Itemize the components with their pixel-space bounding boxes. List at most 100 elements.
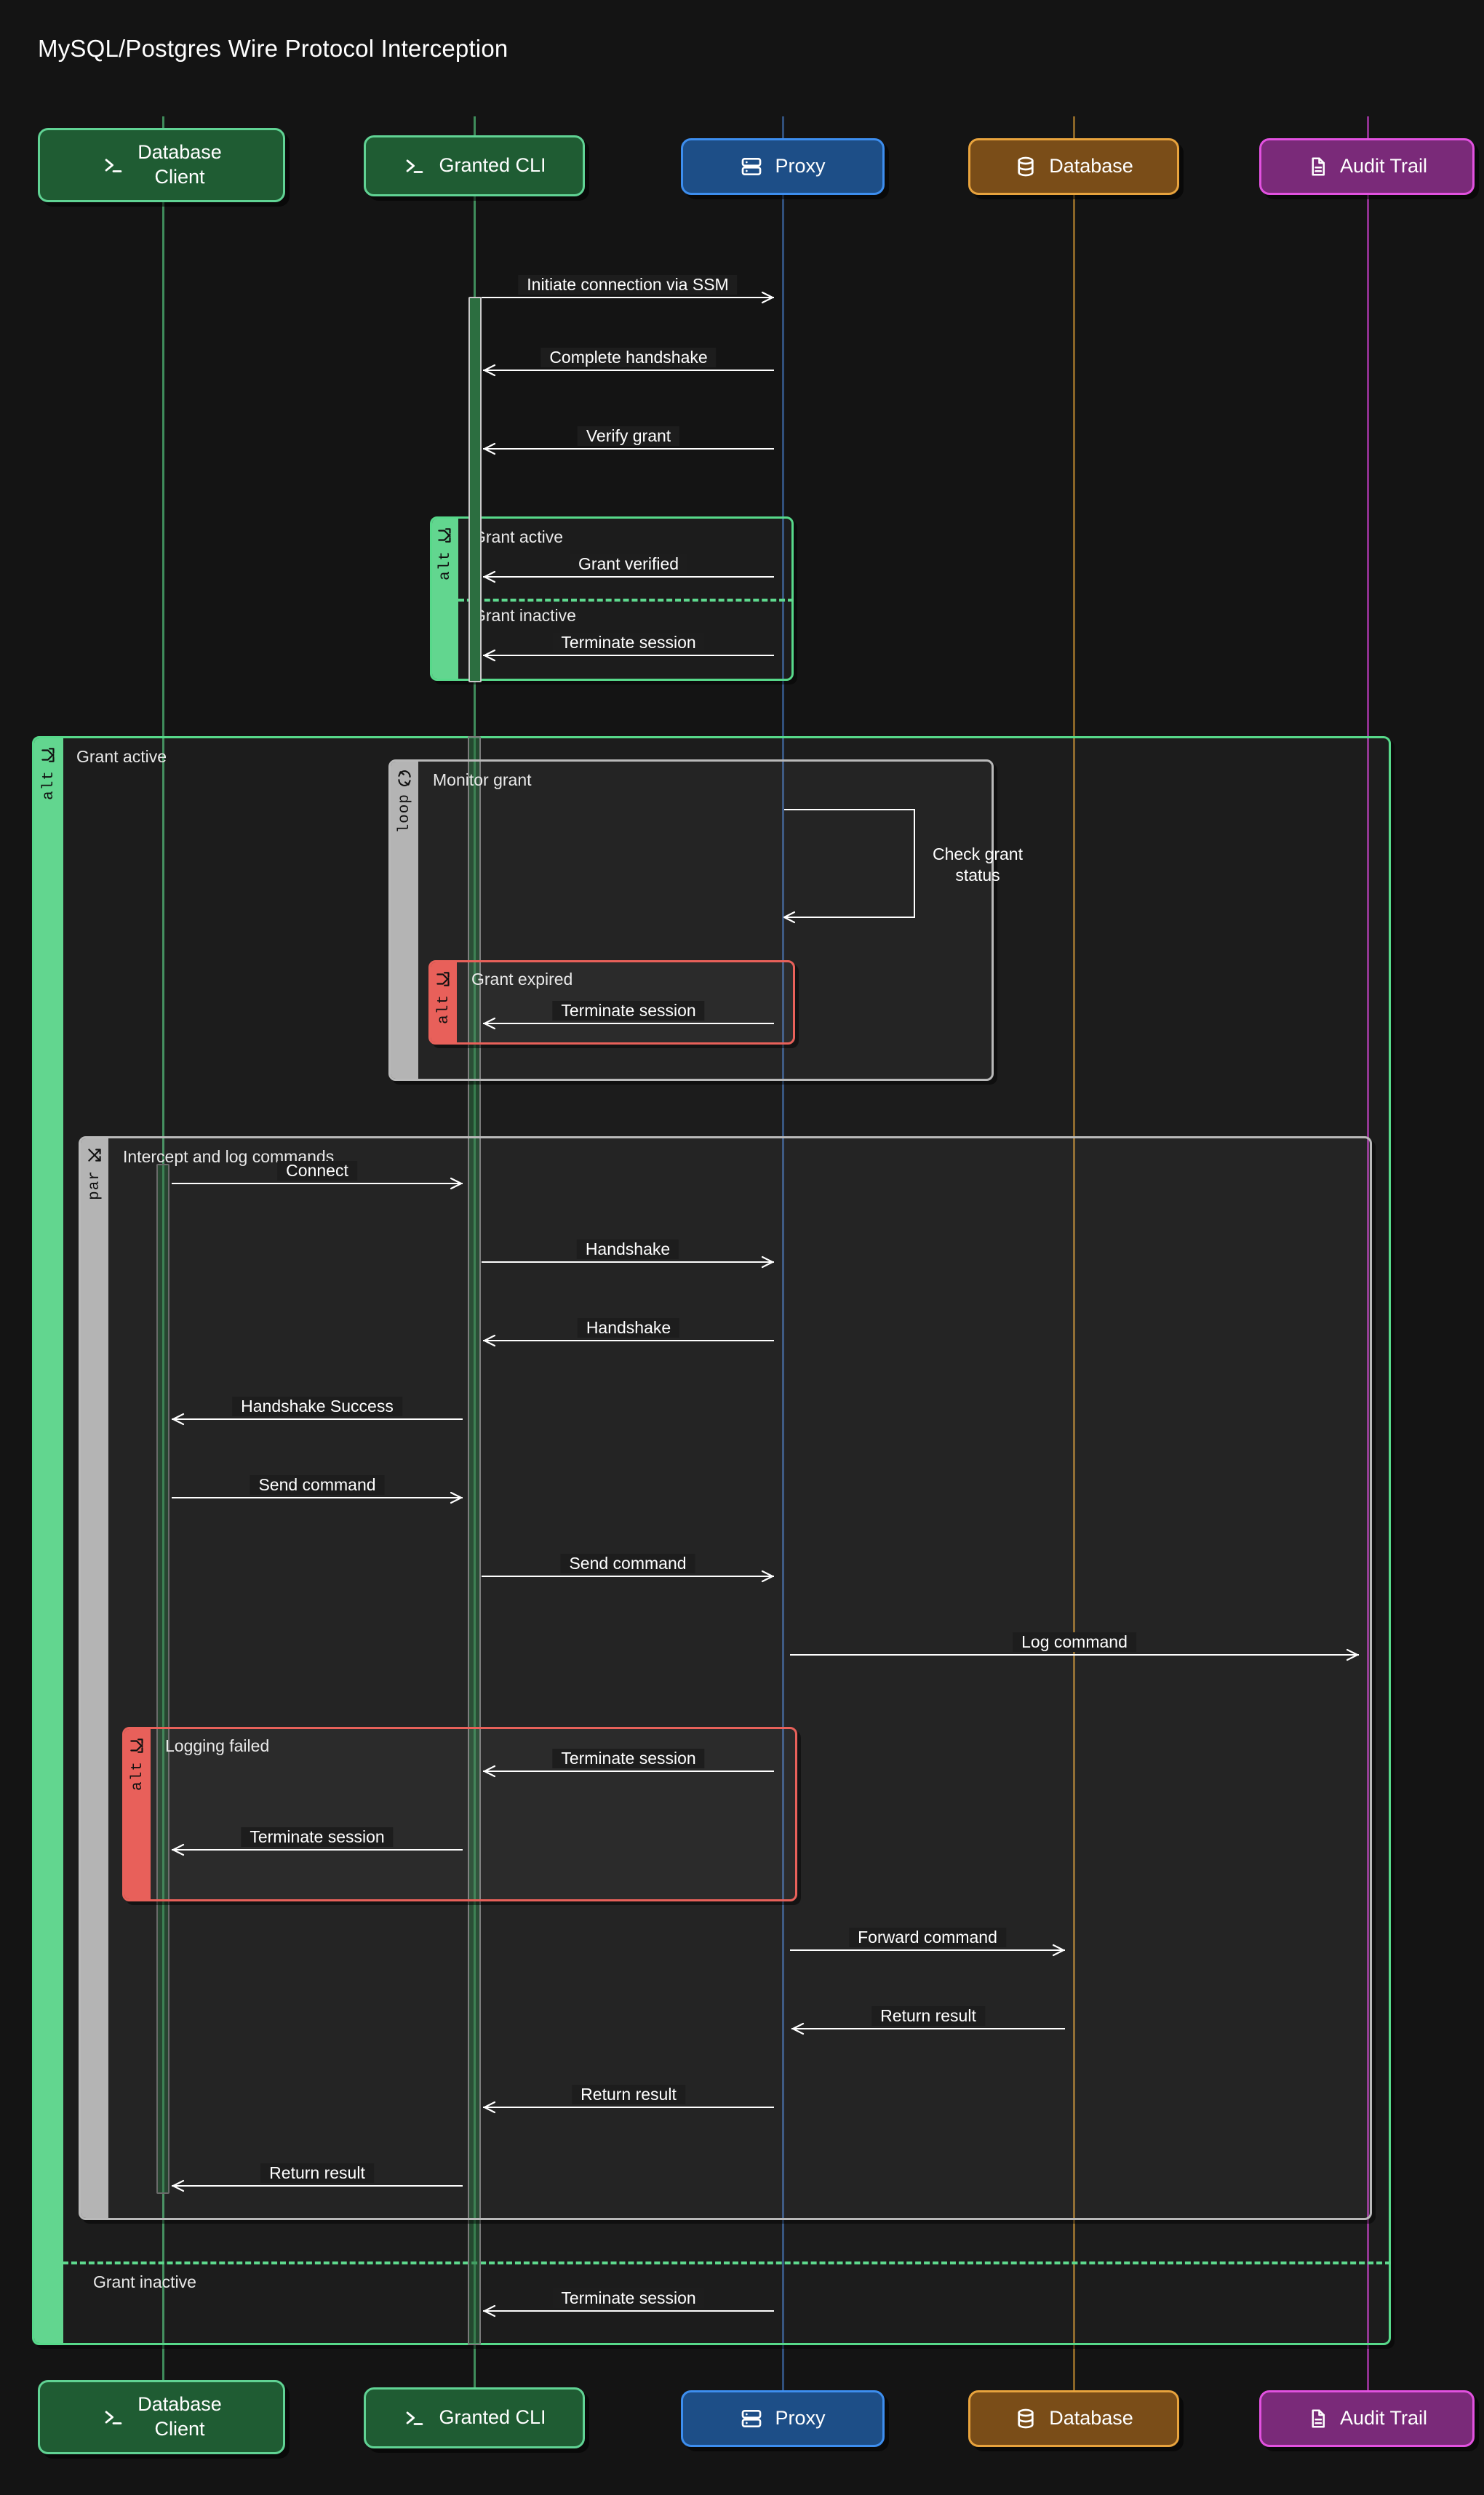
message-line <box>483 448 774 450</box>
participant-database-client-bottom[interactable]: Database Client <box>38 2380 285 2454</box>
arrowhead-left-icon <box>482 2304 496 2318</box>
alt-tab-label: alt <box>437 551 454 580</box>
alt-outer-divider <box>63 2262 1391 2264</box>
arrowhead-left-icon <box>482 1333 496 1348</box>
alt-tab: alt <box>34 738 63 2343</box>
arrowhead-left-icon <box>482 648 496 663</box>
message-handshake-1: Handshake <box>482 1237 774 1270</box>
participant-label: Proxy <box>775 154 825 179</box>
alt-tab-label: alt <box>436 994 452 1024</box>
message-forward-command: Forward command <box>790 1925 1065 1958</box>
participant-label: Database <box>1049 2406 1133 2431</box>
alt1-label-1: Grant active <box>473 527 563 547</box>
participant-database-bottom[interactable]: Database <box>968 2390 1179 2447</box>
message-verify-grant: Verify grant <box>483 423 774 457</box>
participant-proxy-bottom[interactable]: Proxy <box>681 2390 885 2447</box>
message-line <box>483 1771 774 1772</box>
message-terminate-session-1: Terminate session <box>483 630 774 663</box>
message-label: Terminate session <box>552 2288 704 2308</box>
self-line-bottom <box>784 917 915 918</box>
terminal-icon <box>101 2405 126 2430</box>
participant-label: Granted CLI <box>439 153 546 178</box>
message-line <box>790 1654 1359 1656</box>
message-label: Return result <box>572 2085 685 2104</box>
par-tab: par <box>81 1138 108 2218</box>
message-line <box>791 2028 1065 2029</box>
par-tab-label: par <box>87 1170 103 1200</box>
message-terminate-session-2: Terminate session <box>483 998 774 1031</box>
arrowhead-right-icon <box>761 1255 775 1269</box>
arrowhead-left-icon <box>482 1016 496 1031</box>
message-label: Handshake Success <box>232 1397 402 1416</box>
arrowhead-right-icon <box>761 1569 775 1584</box>
message-line <box>483 576 774 578</box>
alt1-divider <box>458 599 794 602</box>
message-check-grant-status: Check grant status <box>784 809 915 918</box>
self-line-top <box>784 809 915 810</box>
participant-granted-cli-bottom[interactable]: Granted CLI <box>364 2387 585 2448</box>
message-line <box>482 1576 774 1577</box>
arrowhead-right-icon <box>1052 1943 1066 1957</box>
message-return-result-1: Return result <box>791 2003 1065 2037</box>
message-return-result-3: Return result <box>172 2160 463 2194</box>
loop-tab-label: loop <box>396 794 413 833</box>
participant-database-top[interactable]: Database <box>968 138 1179 195</box>
alt1-label-2: Grant inactive <box>473 606 576 626</box>
message-line <box>483 1340 774 1341</box>
participant-label: Database Client <box>137 140 222 190</box>
message-initiate-connection: Initiate connection via SSM <box>482 272 774 306</box>
alt-logfail-label: Logging failed <box>165 1736 269 1756</box>
message-terminate-session-3: Terminate session <box>483 1746 774 1779</box>
arrowhead-right-icon <box>1346 1648 1360 1662</box>
message-label: Handshake <box>578 1318 679 1338</box>
arrowhead-left-icon <box>170 1843 185 1857</box>
alt-tab: alt <box>432 519 458 679</box>
message-line <box>483 2310 774 2312</box>
message-connect: Connect <box>172 1158 463 1191</box>
participant-granted-cli-top[interactable]: Granted CLI <box>364 135 585 196</box>
message-label: Complete handshake <box>540 348 716 367</box>
message-line <box>172 2185 463 2187</box>
branch-icon <box>39 746 58 765</box>
loop-tab: loop <box>391 762 418 1079</box>
participant-label: Database Client <box>137 2392 222 2442</box>
arrowhead-left-icon <box>170 2179 185 2193</box>
message-label: Connect <box>277 1161 357 1181</box>
message-label: Terminate session <box>241 1827 393 1847</box>
alt-outer-label-2: Grant inactive <box>93 2272 196 2292</box>
par-block-intercept-log: par Intercept and log commands <box>79 1136 1372 2220</box>
database-icon <box>1014 155 1037 178</box>
cycle-icon <box>395 769 414 788</box>
self-message-label: Check grant status <box>919 844 1036 886</box>
participant-audit-trail-top[interactable]: Audit Trail <box>1259 138 1475 195</box>
branch-icon <box>434 970 453 989</box>
participant-audit-trail-bottom[interactable]: Audit Trail <box>1259 2390 1475 2447</box>
message-send-command-2: Send command <box>482 1551 774 1584</box>
message-line <box>790 1949 1065 1951</box>
message-label: Terminate session <box>552 1749 704 1768</box>
message-line <box>483 370 774 371</box>
message-line <box>483 655 774 656</box>
alt-outer-label-1: Grant active <box>76 747 167 767</box>
server-icon <box>740 155 763 178</box>
document-icon <box>1307 156 1328 177</box>
message-send-command-1: Send command <box>172 1472 463 1506</box>
arrowhead-left-icon <box>170 1412 185 1426</box>
message-line <box>482 1261 774 1263</box>
message-line <box>482 297 774 298</box>
branch-icon <box>436 526 455 545</box>
arrowhead-left-icon <box>482 570 496 584</box>
terminal-icon <box>402 153 427 178</box>
message-return-result-2: Return result <box>483 2082 774 2115</box>
server-icon <box>740 2407 763 2430</box>
participant-database-client-top[interactable]: Database Client <box>38 128 285 202</box>
alt-tab-label: alt <box>41 770 57 800</box>
message-label: Terminate session <box>552 633 704 652</box>
activation-client-par <box>156 1164 169 2194</box>
arrowhead-right-icon <box>761 290 775 305</box>
message-label: Grant verified <box>570 554 687 574</box>
message-label: Return result <box>871 2006 985 2026</box>
participant-proxy-top[interactable]: Proxy <box>681 138 885 195</box>
terminal-icon <box>402 2406 427 2430</box>
page-title: MySQL/Postgres Wire Protocol Interceptio… <box>38 35 508 63</box>
